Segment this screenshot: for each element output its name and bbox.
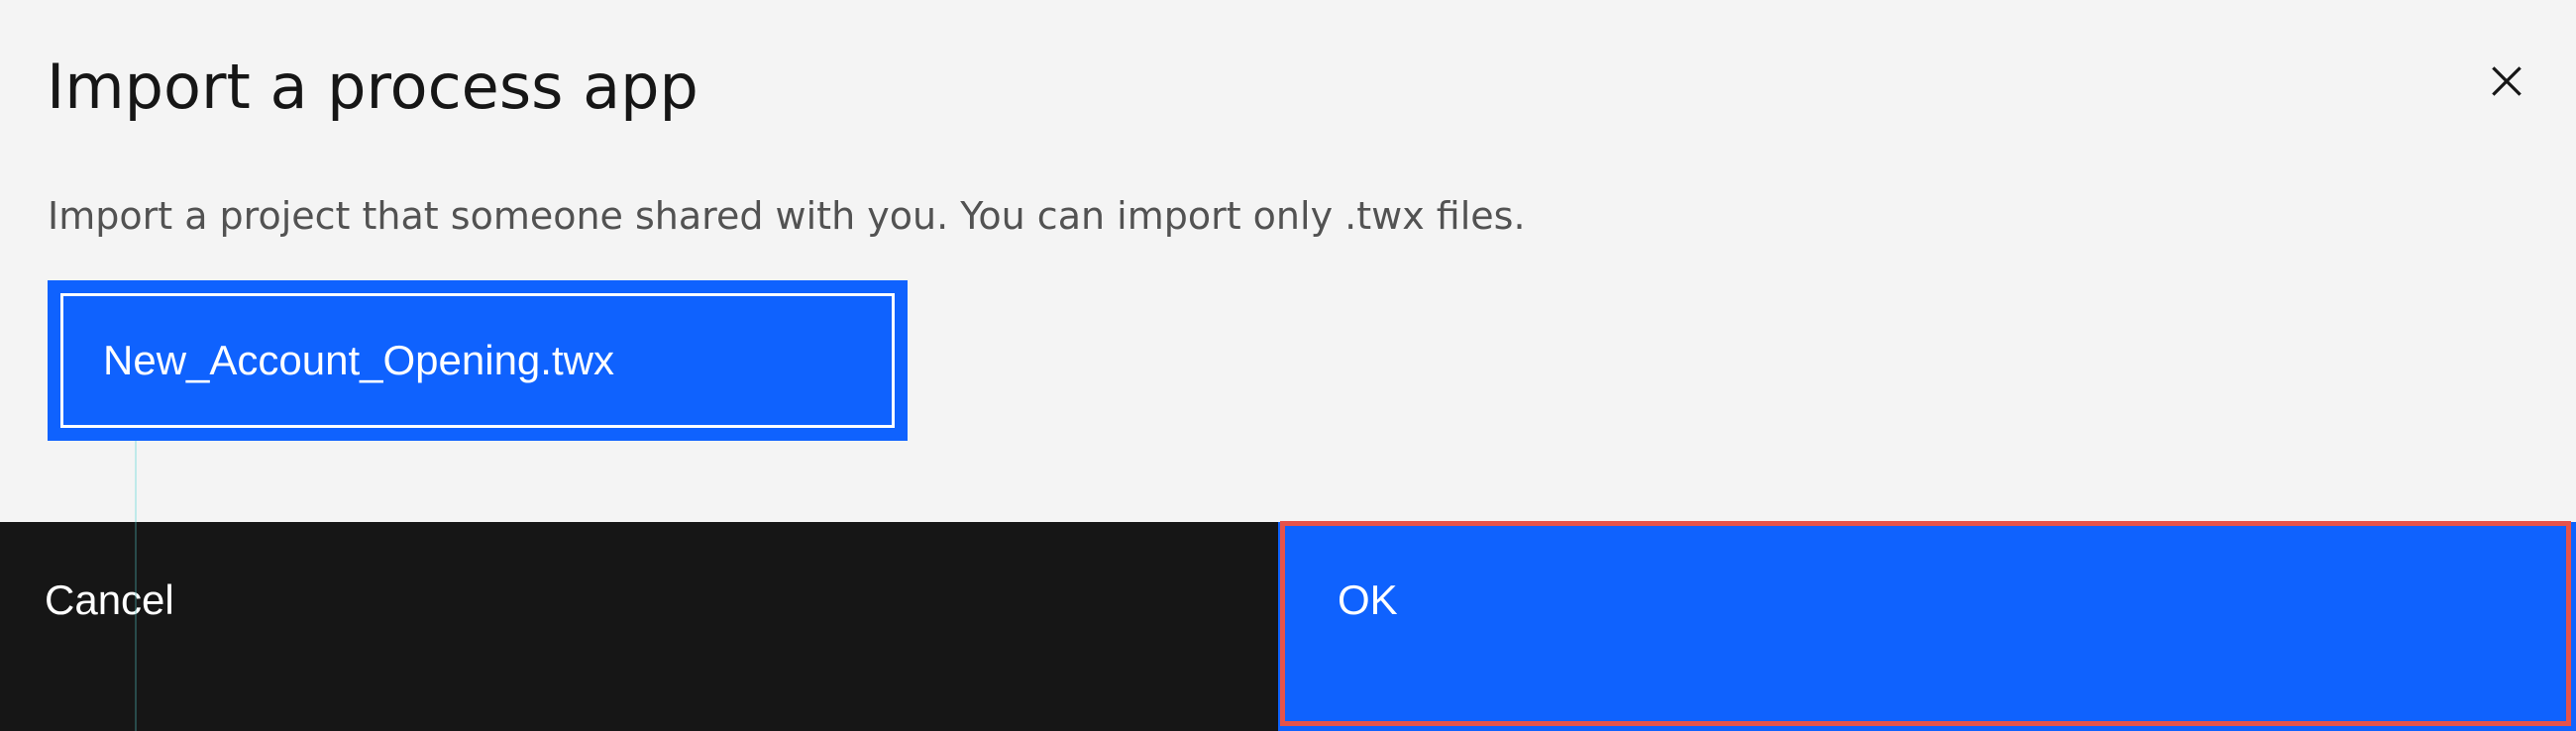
dialog-title: Import a process app xyxy=(47,51,698,123)
import-process-app-dialog: Import a process app Import a project th… xyxy=(0,0,2576,731)
close-button[interactable] xyxy=(2477,52,2536,111)
cancel-button[interactable]: Cancel xyxy=(0,522,1278,731)
file-button-focus-ring: New_Account_Opening.twx xyxy=(60,293,895,428)
selected-file-button[interactable]: New_Account_Opening.twx xyxy=(48,280,908,441)
dialog-description: Import a project that someone shared wit… xyxy=(48,194,1526,238)
dialog-footer: Cancel OK xyxy=(0,522,2576,731)
ok-button-label: OK xyxy=(1338,576,1398,623)
guide-line-footer xyxy=(135,522,137,731)
cancel-button-label: Cancel xyxy=(45,576,174,623)
ok-button[interactable]: OK xyxy=(1278,522,2576,731)
selected-file-name: New_Account_Opening.twx xyxy=(103,337,614,383)
close-icon xyxy=(2492,66,2522,96)
